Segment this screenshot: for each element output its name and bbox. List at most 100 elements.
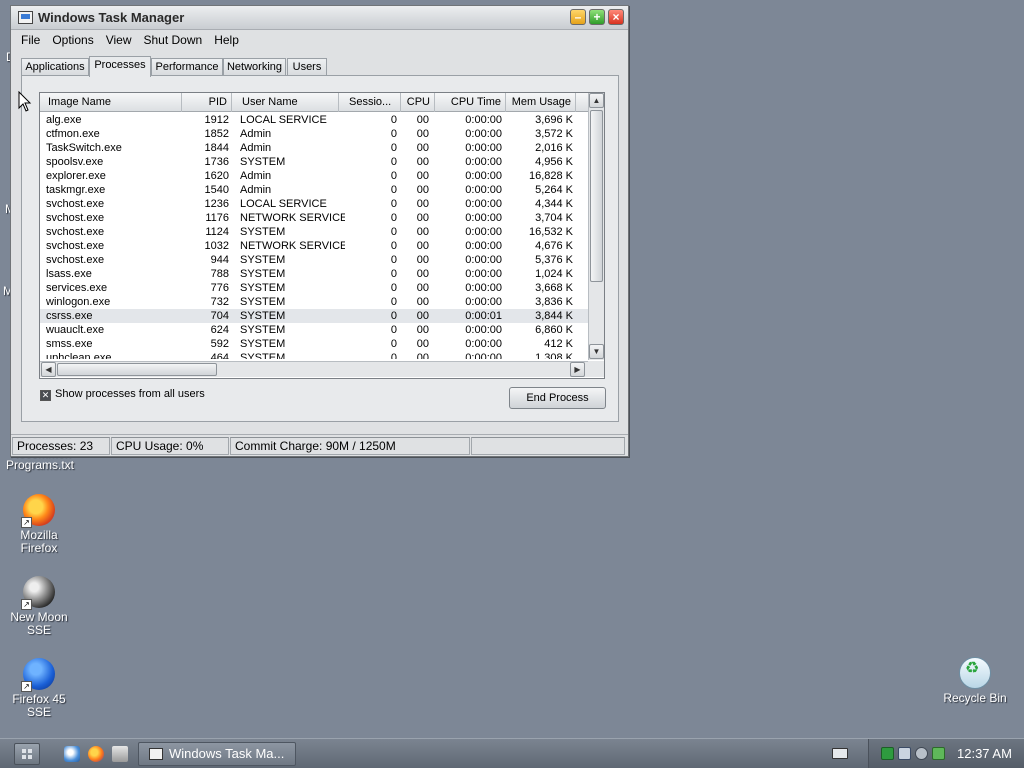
table-row[interactable]: explorer.exe 1620 Admin 0 00 0:00:00 16,828 K xyxy=(40,169,588,183)
process-user-name: SYSTEM xyxy=(240,324,286,336)
process-pid: 1912 xyxy=(204,114,229,126)
table-row[interactable]: ctfmon.exe 1852 Admin 0 00 0:00:00 3,572 K xyxy=(40,127,588,141)
column-pid[interactable]: PID xyxy=(182,93,232,112)
process-rows: alg.exe 1912 LOCAL SERVICE 0 00 0:00:00 3,696 … xyxy=(40,113,588,359)
table-row[interactable]: lsass.exe 788 SYSTEM 0 00 0:00:00 1,024 K xyxy=(40,267,588,281)
process-session: 0 xyxy=(390,240,397,252)
scroll-left-button[interactable]: ◀ xyxy=(41,362,56,377)
start-button[interactable] xyxy=(14,743,40,765)
table-row[interactable]: TaskSwitch.exe 1844 Admin 0 00 0:00:00 2,016 K xyxy=(40,141,588,155)
shortcut-arrow-icon: ↗ xyxy=(21,681,32,692)
vertical-scroll-thumb[interactable] xyxy=(590,110,603,282)
process-cpu-time: 0:00:00 xyxy=(465,240,502,252)
desktop-icon-mozilla-firefox[interactable]: ↗ Mozilla Firefox xyxy=(0,494,79,555)
process-cpu-time: 0:00:00 xyxy=(465,170,502,182)
table-row[interactable]: svchost.exe 1124 SYSTEM 0 00 0:00:00 16,532 K xyxy=(40,225,588,239)
scroll-down-button[interactable]: ▼ xyxy=(589,344,604,359)
process-cpu-time: 0:00:00 xyxy=(465,226,502,238)
process-cpu: 00 xyxy=(416,338,429,350)
menu-options[interactable]: Options xyxy=(46,30,99,50)
table-row[interactable]: csrss.exe 704 SYSTEM 0 00 0:00:01 3,844 K xyxy=(40,309,588,323)
process-user-name: Admin xyxy=(240,170,272,182)
process-image-name: taskmgr.exe xyxy=(46,184,106,196)
column-cpu[interactable]: CPU xyxy=(401,93,435,112)
quick-launch-firefox-icon[interactable] xyxy=(88,746,104,762)
process-cpu: 00 xyxy=(416,268,429,280)
end-process-button[interactable]: End Process xyxy=(509,387,606,409)
safely-remove-icon[interactable] xyxy=(932,747,945,760)
scroll-corner xyxy=(588,361,604,377)
taskbar-button-task-manager[interactable]: Windows Task Ma... xyxy=(138,742,296,766)
process-pid: 704 xyxy=(210,310,229,322)
shortcut-arrow-icon: ↗ xyxy=(21,599,32,610)
process-list[interactable]: Image Name PID User Name Sessio... CPU C… xyxy=(39,92,605,379)
column-mem-usage[interactable]: Mem Usage xyxy=(506,93,576,112)
maximize-button[interactable]: + xyxy=(589,9,605,25)
process-session: 0 xyxy=(390,282,397,294)
table-row[interactable]: spoolsv.exe 1736 SYSTEM 0 00 0:00:00 4,956 K xyxy=(40,155,588,169)
tab-performance[interactable]: Performance xyxy=(151,58,223,76)
process-cpu: 00 xyxy=(416,324,429,336)
menu-help[interactable]: Help xyxy=(208,30,245,50)
menu-file[interactable]: File xyxy=(15,30,46,50)
process-pid: 776 xyxy=(210,282,229,294)
table-row[interactable]: uphclean.exe 464 SYSTEM 0 00 0:00:00 1,308 K xyxy=(40,351,588,359)
process-pid: 1736 xyxy=(204,156,229,168)
desktop-icon-new-moon-sse[interactable]: ↗ New Moon SSE xyxy=(0,576,79,637)
quick-launch-ie-icon[interactable] xyxy=(64,746,80,762)
process-cpu-time: 0:00:00 xyxy=(465,128,502,140)
title-bar[interactable]: Windows Task Manager – + × xyxy=(11,6,628,30)
quick-launch-media-icon[interactable] xyxy=(112,746,128,762)
process-cpu: 00 xyxy=(416,282,429,294)
status-empty xyxy=(471,437,625,455)
horizontal-scrollbar[interactable]: ◀ ▶ xyxy=(40,361,588,377)
table-row[interactable]: alg.exe 1912 LOCAL SERVICE 0 00 0:00:00 3,696 … xyxy=(40,113,588,127)
minimize-button[interactable]: – xyxy=(570,9,586,25)
column-image-name[interactable]: Image Name xyxy=(40,93,182,112)
process-mem-usage: 3,572 K xyxy=(535,128,573,140)
desktop-icon-recycle-bin[interactable]: Recycle Bin xyxy=(935,657,1015,705)
process-mem-usage: 3,704 K xyxy=(535,212,573,224)
column-user-name[interactable]: User Name xyxy=(232,93,339,112)
table-row[interactable]: wuauclt.exe 624 SYSTEM 0 00 0:00:00 6,860 K xyxy=(40,323,588,337)
column-session[interactable]: Sessio... xyxy=(339,93,401,112)
menu-view[interactable]: View xyxy=(100,30,138,50)
tray-green-icon[interactable] xyxy=(881,747,894,760)
close-button[interactable]: × xyxy=(608,9,624,25)
desktop-icon-firefox-45-sse[interactable]: ↗ Firefox 45 SSE xyxy=(0,658,79,719)
process-cpu-time: 0:00:00 xyxy=(465,198,502,210)
network-icon[interactable] xyxy=(898,747,911,760)
show-all-users-checkbox[interactable]: ✕ xyxy=(40,390,51,401)
tab-applications[interactable]: Applications xyxy=(21,58,89,76)
table-row[interactable]: services.exe 776 SYSTEM 0 00 0:00:00 3,668 K xyxy=(40,281,588,295)
table-row[interactable]: winlogon.exe 732 SYSTEM 0 00 0:00:00 3,836 K xyxy=(40,295,588,309)
desktop-icon-label: SSE xyxy=(26,705,51,719)
volume-icon[interactable] xyxy=(915,747,928,760)
process-mem-usage: 6,860 K xyxy=(535,324,573,336)
process-user-name: SYSTEM xyxy=(240,268,286,280)
process-cpu: 00 xyxy=(416,296,429,308)
table-row[interactable]: svchost.exe 944 SYSTEM 0 00 0:00:00 5,376 K xyxy=(40,253,588,267)
keyboard-icon[interactable] xyxy=(832,748,848,759)
tab-processes[interactable]: Processes xyxy=(89,56,151,77)
vertical-scrollbar[interactable]: ▲ ▼ xyxy=(588,93,604,360)
table-row[interactable]: taskmgr.exe 1540 Admin 0 00 0:00:00 5,264 K xyxy=(40,183,588,197)
table-row[interactable]: svchost.exe 1032 NETWORK SERVICE 0 00 0:00:00… xyxy=(40,239,588,253)
process-session: 0 xyxy=(390,156,397,168)
table-row[interactable]: smss.exe 592 SYSTEM 0 00 0:00:00 412 K xyxy=(40,337,588,351)
tab-networking[interactable]: Networking xyxy=(223,58,286,76)
table-row[interactable]: svchost.exe 1236 LOCAL SERVICE 0 00 0:00:00 4,… xyxy=(40,197,588,211)
process-cpu: 00 xyxy=(416,142,429,154)
table-row[interactable]: svchost.exe 1176 NETWORK SERVICE 0 00 0:00:00… xyxy=(40,211,588,225)
horizontal-scroll-thumb[interactable] xyxy=(57,363,217,376)
scroll-right-button[interactable]: ▶ xyxy=(570,362,585,377)
column-cpu-time[interactable]: CPU Time xyxy=(435,93,506,112)
task-manager-window[interactable]: Windows Task Manager – + × File Options Vi… xyxy=(10,5,629,457)
tab-users[interactable]: Users xyxy=(287,58,327,76)
process-session: 0 xyxy=(390,310,397,322)
clock[interactable]: 12:37 AM xyxy=(957,739,1012,768)
menu-shut-down[interactable]: Shut Down xyxy=(138,30,209,50)
show-all-users-label[interactable]: Show processes from all users xyxy=(55,388,205,400)
scroll-up-button[interactable]: ▲ xyxy=(589,93,604,108)
shortcut-arrow-icon: ↗ xyxy=(21,517,32,528)
